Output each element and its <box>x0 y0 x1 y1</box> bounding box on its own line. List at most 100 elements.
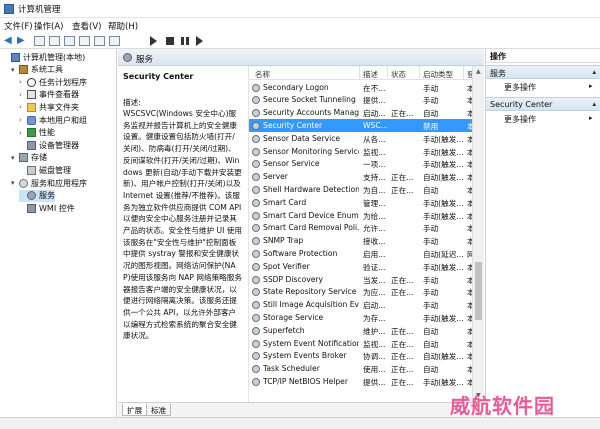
service-row[interactable]: TCP/IP NetBIOS Helper 提供... 正在... 手动(触发... 本 <box>249 375 484 388</box>
service-startup: 手动 <box>423 288 439 298</box>
service-startup: 自动(延迟... <box>423 249 463 259</box>
tree-item[interactable]: ▾ 存储 <box>11 152 47 164</box>
watermark-text: 威航软件园 <box>450 394 555 418</box>
service-row[interactable]: Storage Service 为存... 手动(触发... 本 <box>249 311 484 324</box>
forward-arrow-icon[interactable]: ▶ <box>17 36 28 46</box>
tree-item[interactable]: 服务 <box>19 189 55 202</box>
service-row[interactable]: SNMP Trap 接收... 手动本 <box>249 235 484 248</box>
description-label: 描述: <box>123 98 141 107</box>
service-gear-icon <box>252 121 260 130</box>
expand-toggle-icon[interactable]: › <box>19 103 27 111</box>
show-tree-icon[interactable] <box>34 36 45 46</box>
actions-group-services[interactable]: 服务 ▴ <box>486 65 600 79</box>
tree-item[interactable]: 磁盘管理 <box>19 164 71 176</box>
service-row[interactable]: Sensor Monitoring Service 监视... 手动(触发... 本 <box>249 145 484 158</box>
service-row[interactable]: System Event Notification... 监视... 正在... 自动… <box>249 337 484 350</box>
refresh-icon[interactable] <box>79 36 90 46</box>
back-arrow-icon[interactable]: ◀ <box>4 36 15 46</box>
services-icon <box>123 53 132 62</box>
more-actions-security-center[interactable]: 更多操作 ▸ <box>504 114 593 125</box>
service-row[interactable]: System Events Broker 协调... 正在... 自动(触发... 本 <box>249 350 484 363</box>
restart-service-icon[interactable] <box>196 36 203 46</box>
tree-item[interactable]: › 任务计划程序 <box>19 76 87 88</box>
service-row[interactable]: State Repository Service 为应... 正在... 手动本 <box>249 286 484 299</box>
column-startup-type[interactable]: 启动类型 <box>423 69 453 80</box>
service-row[interactable]: Task Scheduler 使用... 正在... 自动本 <box>249 363 484 376</box>
service-row[interactable]: SSDP Discovery 当发... 正在... 手动本 <box>249 273 484 286</box>
tree-item[interactable]: 计算机管理(本地) <box>3 51 85 63</box>
start-service-icon[interactable] <box>150 36 157 46</box>
expand-toggle-icon[interactable]: ▾ <box>11 179 19 187</box>
list-scrollbar[interactable]: ▲ ▼ <box>472 66 484 402</box>
services-apps-icon <box>19 178 28 188</box>
service-row[interactable]: Sensor Data Service 从各... 手动(触发... 本 <box>249 132 484 145</box>
service-row[interactable]: Spot Verifier 验证... 手动(触发... 本 <box>249 260 484 273</box>
expand-toggle-icon[interactable]: ▾ <box>11 154 19 162</box>
expand-toggle-icon[interactable]: › <box>19 91 27 99</box>
service-name: Spot Verifier <box>263 261 310 271</box>
service-desc: 协调... <box>363 352 386 362</box>
column-status[interactable]: 状态 <box>391 69 406 80</box>
expand-toggle-icon[interactable]: › <box>19 116 27 124</box>
service-name: Sensor Service <box>263 159 320 169</box>
tree-item[interactable]: ▾ 系统工具 <box>11 64 63 76</box>
tree-item[interactable]: 设备管理器 <box>19 139 79 151</box>
service-gear-icon <box>252 275 260 284</box>
help-icon[interactable] <box>94 36 105 46</box>
expand-toggle-icon[interactable]: ▾ <box>11 66 19 74</box>
tree-item[interactable]: › 性能 <box>19 127 55 139</box>
tree-item-label: 计算机管理(本地) <box>23 52 86 62</box>
menu-view[interactable]: 查看(V) <box>72 20 101 32</box>
service-gear-icon <box>252 160 260 169</box>
tree-item[interactable]: › 共享文件夹 <box>19 101 79 113</box>
list-view-icon[interactable] <box>49 36 60 46</box>
service-row[interactable]: Still Image Acquisition Ev... 启动... 手动本 <box>249 299 484 312</box>
service-name: System Events Broker <box>263 351 347 361</box>
service-row[interactable]: Sensor Service 一项... 手动(触发... 本 <box>249 158 484 171</box>
service-startup: 自动 <box>423 109 439 119</box>
scrollbar-thumb[interactable] <box>475 262 482 320</box>
tree-item-label: 设备管理器 <box>39 140 79 150</box>
tree-item[interactable]: › 事件查看器 <box>19 89 79 101</box>
folder-icon <box>27 102 36 112</box>
tab-extended[interactable]: 扩展 <box>122 404 148 416</box>
service-row[interactable]: Software Protection 启用... 自动(延迟... 网 <box>249 247 484 260</box>
view-tabs: 扩展 标准 <box>118 402 484 417</box>
chevron-right-icon: ▸ <box>589 114 593 122</box>
service-row[interactable]: Security Center WSC... 禁用本 <box>249 119 484 133</box>
column-name[interactable]: 名称 <box>255 69 270 80</box>
service-row[interactable]: Security Accounts Manag... 启动... 正在... 自动本 <box>249 107 484 120</box>
service-status: 正在... <box>391 185 414 195</box>
service-row[interactable]: Server 支持... 正在... 自动(触发... 本 <box>249 171 484 184</box>
properties-icon[interactable] <box>109 36 120 46</box>
column-description[interactable]: 描述 <box>363 69 378 80</box>
service-desc: 接收... <box>363 237 386 247</box>
service-row[interactable]: Smart Card Removal Poli... 允许... 手动本 <box>249 222 484 235</box>
service-row[interactable]: Smart Card Device Enum... 为给... 手动(触发... 本 <box>249 209 484 222</box>
more-actions-label: 更多操作 <box>504 83 536 92</box>
scroll-up-icon[interactable]: ▲ <box>476 68 481 75</box>
tree-item[interactable]: ▾ 服务和应用程序 <box>11 177 87 189</box>
pause-service-icon[interactable] <box>181 37 189 45</box>
stop-service-icon[interactable] <box>166 37 174 45</box>
tree-item[interactable]: › 本地用户和组 <box>19 114 87 126</box>
tree-item[interactable]: WMI 控件 <box>19 202 75 214</box>
expand-toggle-icon[interactable]: › <box>19 129 27 137</box>
service-row[interactable]: Smart Card 管理... 手动(触发... 本 <box>249 196 484 209</box>
service-row[interactable]: Secure Socket Tunneling ... 提供... 手动本 <box>249 94 484 107</box>
export-list-icon[interactable] <box>64 36 75 46</box>
device-icon <box>27 140 36 150</box>
actions-group-security-center[interactable]: Security Center ▴ <box>486 97 600 111</box>
service-row[interactable]: Secondary Logon 在不... 手动本 <box>249 81 484 94</box>
menu-help[interactable]: 帮助(H) <box>108 20 138 32</box>
more-actions-services[interactable]: 更多操作 ▸ <box>504 82 593 93</box>
service-row[interactable]: Superfetch 维护... 正在... 自动本 <box>249 324 484 337</box>
actions-group-security-center-label: Security Center <box>490 100 553 109</box>
menu-file[interactable]: 文件(F) <box>4 20 33 32</box>
tab-standard[interactable]: 标准 <box>146 404 172 416</box>
menu-action[interactable]: 操作(A) <box>34 20 63 32</box>
service-name: Sensor Data Service <box>263 133 341 143</box>
expand-toggle-icon[interactable]: › <box>19 78 27 86</box>
service-row[interactable]: Shell Hardware Detection 为自... 正在... 自动本 <box>249 183 484 196</box>
service-startup: 手动(触发... <box>423 198 463 208</box>
